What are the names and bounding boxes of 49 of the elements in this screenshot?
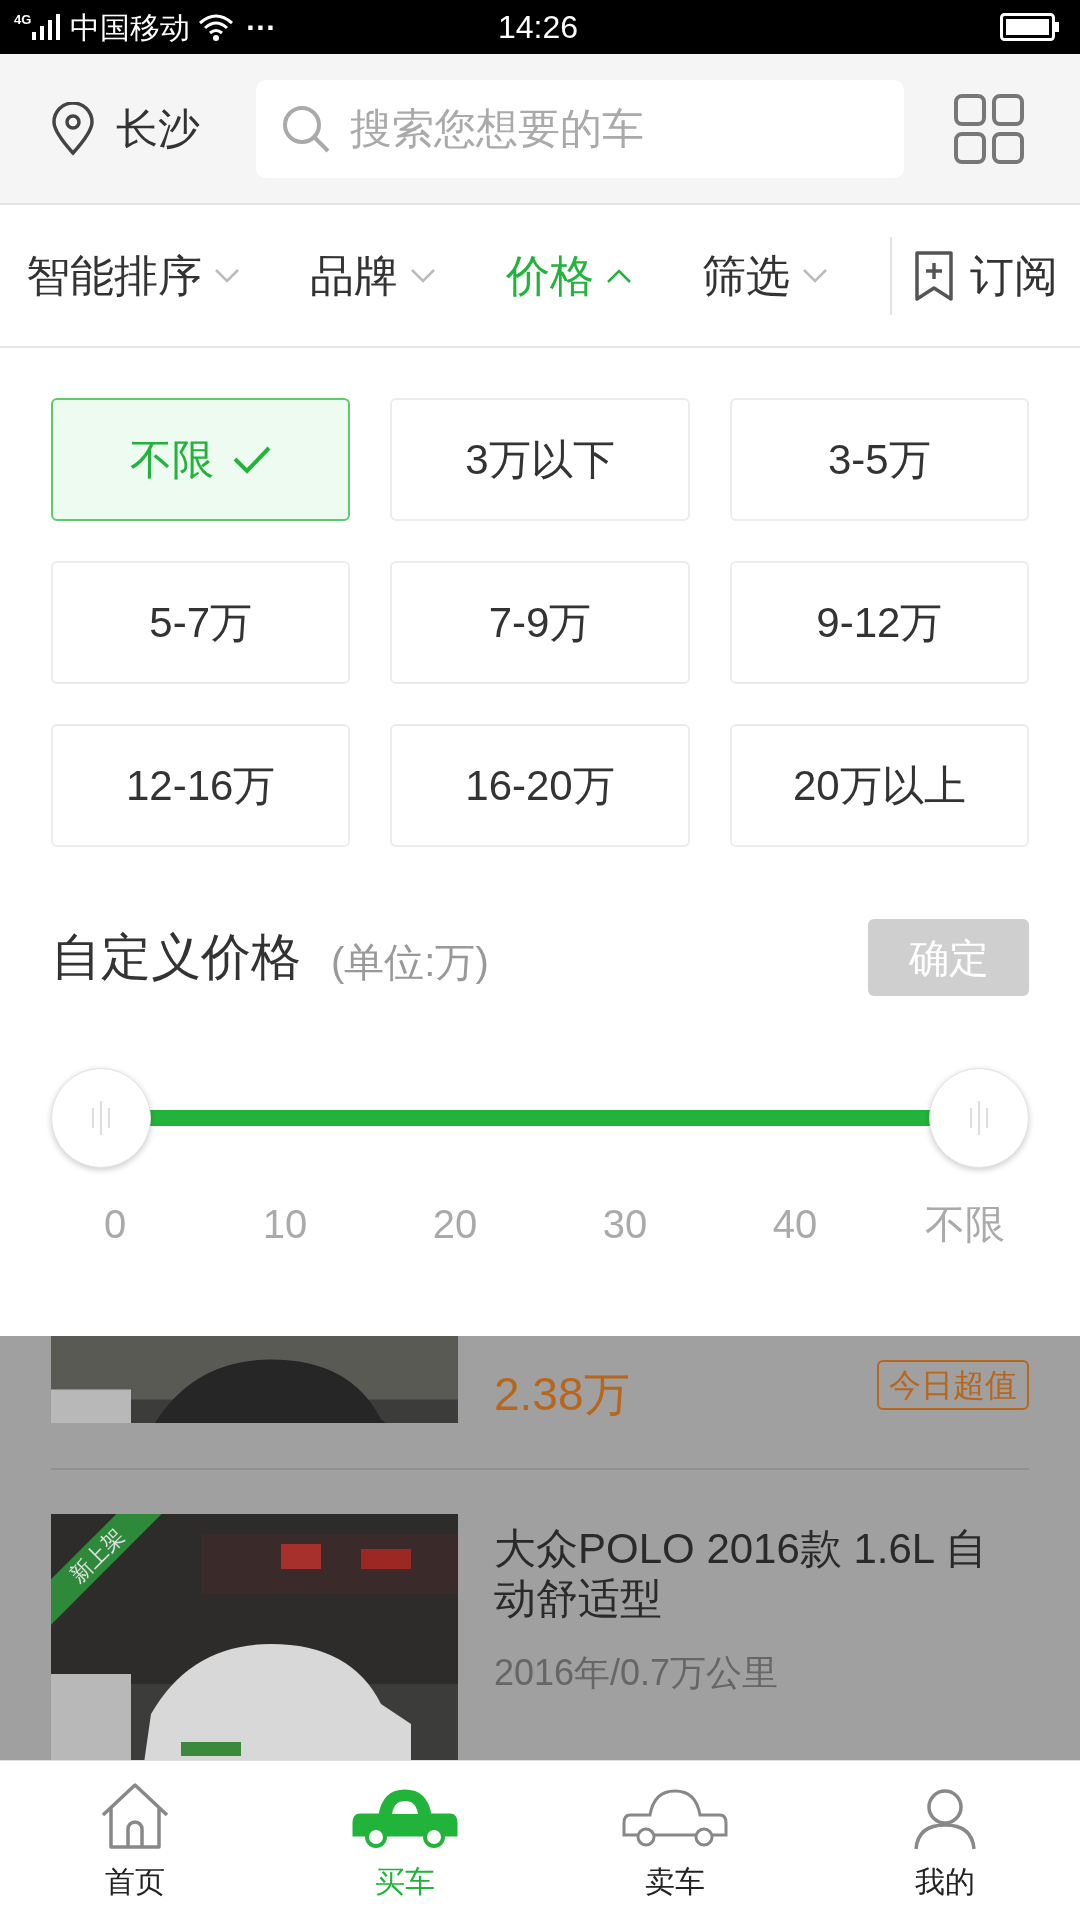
- deal-tag: 今日超值: [877, 1360, 1029, 1410]
- listing-title: 大众POLO 2016款 1.6L 自动舒适型: [494, 1524, 989, 1624]
- slider-tick-label: 10: [261, 1201, 309, 1248]
- carrier-label: 中国移动: [70, 9, 191, 46]
- nav-tab[interactable]: 首页: [0, 1761, 270, 1920]
- slider-tick-label: 30: [601, 1201, 649, 1248]
- clock: 14:26: [498, 8, 579, 47]
- nav-tab[interactable]: 我的: [810, 1761, 1080, 1920]
- grip-icon: [90, 1098, 112, 1138]
- slider-handle[interactable]: [51, 1068, 151, 1168]
- filter-tab[interactable]: 智能排序: [0, 242, 288, 309]
- price-option[interactable]: 9-12万: [729, 561, 1029, 684]
- chevron-down-icon: [802, 267, 828, 284]
- battery-icon: [1000, 13, 1060, 41]
- city-selector[interactable]: 长沙: [50, 97, 240, 160]
- slider-tick-label: 40: [771, 1201, 819, 1248]
- grid-menu-icon[interactable]: [954, 93, 1024, 164]
- subscribe-button[interactable]: 订阅: [892, 242, 1080, 309]
- price-option[interactable]: 3万以下: [390, 398, 690, 521]
- filter-tab[interactable]: 筛选: [680, 242, 850, 309]
- grip-icon: [968, 1098, 990, 1138]
- network-label: 4G: [14, 11, 32, 29]
- more-label: ···: [246, 9, 277, 46]
- slider-handle[interactable]: [929, 1068, 1029, 1168]
- price-option[interactable]: 5-7万: [51, 561, 351, 684]
- listing-subtitle: 2016年/0.7万公里: [494, 1651, 780, 1695]
- filter-tab[interactable]: 品牌: [288, 242, 458, 309]
- chevron-down-icon: [214, 267, 240, 284]
- wifi-icon: [198, 13, 235, 41]
- nav-tab[interactable]: 卖车: [540, 1761, 810, 1920]
- slider-tick-label: 20: [431, 1201, 479, 1248]
- chevron-down-icon: [410, 267, 436, 284]
- price-option[interactable]: 16-20万: [390, 724, 690, 847]
- signal-icon: [32, 14, 61, 40]
- search-field[interactable]: 搜索您想要的车: [256, 79, 904, 178]
- price-option[interactable]: 20万以上: [729, 724, 1029, 847]
- listing-price: 2.38万: [494, 1367, 630, 1422]
- check-icon: [231, 444, 272, 475]
- bookmark-plus-icon: [914, 249, 954, 302]
- price-option[interactable]: 7-9万: [390, 561, 690, 684]
- car-icon: [352, 1787, 458, 1851]
- custom-price-title: 自定义价格: [51, 928, 301, 987]
- price-option[interactable]: 12-16万: [51, 724, 351, 847]
- unit-label: (单位:万): [331, 938, 489, 986]
- slider-tick-label: 0: [102, 1201, 128, 1248]
- location-pin-icon: [50, 101, 96, 156]
- price-option[interactable]: 3-5万: [729, 398, 1029, 521]
- slider-tick-label: 不限: [924, 1201, 1006, 1248]
- chevron-up-icon: [606, 267, 632, 284]
